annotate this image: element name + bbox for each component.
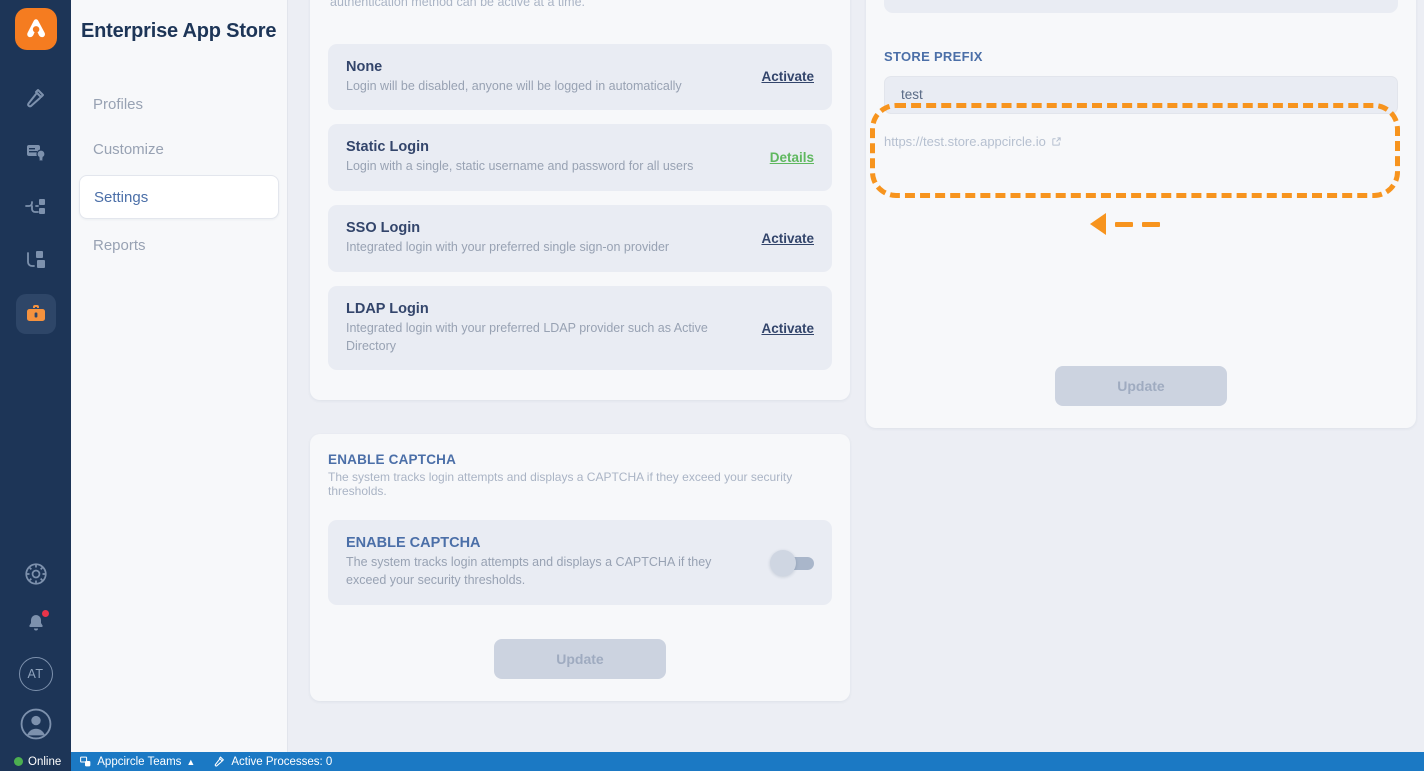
rail-item-testing-distribution[interactable]: [16, 240, 56, 280]
store-prefix-value: test: [901, 87, 923, 103]
store-url-link[interactable]: https://test.store.appcircle.io: [884, 134, 1398, 149]
section-sidebar: Enterprise App Store Profiles Customize …: [71, 0, 288, 752]
organization-avatar[interactable]: AT: [16, 654, 56, 694]
auth-option-title: SSO Login: [346, 220, 421, 236]
app-window: AT Enterprise App Store Profiles Customi…: [0, 0, 1424, 771]
auth-option-activate-link[interactable]: Activate: [761, 69, 814, 84]
store-prefix-field[interactable]: test: [884, 75, 1398, 114]
sidebar-item-reports[interactable]: Reports: [79, 226, 279, 264]
sidebar-nav: Profiles Customize Settings Reports: [71, 85, 287, 264]
auth-option-details-link[interactable]: Details: [770, 150, 814, 165]
annotation-arrow-head: [1090, 213, 1106, 235]
captcha-row-subtitle: The system tracks login attempts and dis…: [346, 555, 712, 587]
auth-option-subtitle: Login with a single, static username and…: [346, 159, 694, 174]
organization-avatar-initials: AT: [18, 657, 53, 691]
settings-gear-icon[interactable]: [16, 554, 56, 594]
custom-domains-toggle-row[interactable]: ENABLE CUSTOM DOMAINS Use your own domai…: [884, 0, 1398, 13]
auth-option-subtitle: Integrated login with your preferred sin…: [346, 240, 670, 254]
active-processes-label: Active Processes: 0: [231, 755, 333, 768]
auth-option-title: Static Login: [346, 139, 429, 156]
auth-option-activate-link[interactable]: Activate: [761, 231, 814, 246]
online-status-label: Online: [28, 755, 62, 768]
authentication-method-card: authentication service or define a stati…: [310, 0, 850, 401]
page-title: Enterprise App Store: [81, 20, 277, 42]
rail-bottom-actions: AT: [0, 554, 71, 744]
sidebar-item-profiles[interactable]: Profiles: [79, 85, 279, 123]
left-column: authentication service or define a stati…: [310, 0, 850, 702]
auth-option-none[interactable]: None Login will be disabled, anyone will…: [328, 43, 832, 111]
auth-option-ldap-login[interactable]: LDAP Login Integrated login with your pr…: [328, 285, 832, 371]
annotation-arrow-dash: [1142, 221, 1160, 227]
annotation-arrow: [1090, 213, 1160, 235]
store-url-text: https://test.store.appcircle.io: [884, 133, 1046, 149]
toggle-knob: [770, 549, 796, 576]
captcha-row-title: ENABLE CAPTCHA: [346, 535, 481, 552]
captcha-update-button[interactable]: Update: [494, 639, 666, 680]
notification-badge-dot: [40, 609, 50, 618]
user-profile-icon[interactable]: [16, 704, 56, 744]
auth-option-title: None: [346, 58, 383, 75]
auth-option-activate-link[interactable]: Activate: [761, 321, 814, 336]
rail-item-build[interactable]: [16, 78, 56, 118]
captcha-toggle-switch[interactable]: [770, 549, 814, 576]
rail-item-signing-identities[interactable]: [16, 132, 56, 172]
sidebar-item-customize[interactable]: Customize: [79, 130, 279, 168]
status-active-processes[interactable]: Active Processes: 0: [213, 755, 332, 768]
primary-icon-rail: AT: [0, 0, 71, 752]
status-online[interactable]: Online: [14, 756, 61, 768]
settings-content: authentication service or define a stati…: [288, 0, 1424, 752]
domain-update-button[interactable]: Update: [1055, 366, 1227, 406]
external-link-icon: [1052, 137, 1061, 146]
store-prefix-label: STORE PREFIX: [884, 48, 983, 64]
captcha-toggle-row[interactable]: ENABLE CAPTCHA The system tracks login a…: [328, 520, 832, 605]
notifications-bell-icon[interactable]: [16, 604, 56, 644]
online-status-dot: [14, 757, 23, 766]
sidebar-item-settings[interactable]: Settings: [79, 175, 279, 219]
annotation-arrow-dash: [1115, 221, 1133, 227]
auth-option-title: LDAP Login: [346, 300, 429, 317]
rail-item-distribution-flow[interactable]: [16, 186, 56, 226]
auth-option-subtitle: Login will be disabled, anyone will be l…: [346, 78, 682, 93]
status-organization[interactable]: Appcircle Teams ▲: [79, 755, 195, 768]
auth-option-subtitle: Integrated login with your preferred LDA…: [346, 320, 708, 353]
rail-item-enterprise-store[interactable]: [15, 294, 56, 334]
rail-nav-list: [15, 78, 56, 348]
auth-option-sso-login[interactable]: SSO Login Integrated login with your pre…: [328, 205, 832, 272]
captcha-card-subheading: The system tracks login attempts and dis…: [328, 470, 793, 499]
enable-captcha-card: ENABLE CAPTCHA The system tracks login a…: [310, 434, 850, 702]
auth-option-static-login[interactable]: Static Login Login with a single, static…: [328, 124, 832, 191]
status-bar: Online Appcircle Teams ▲ Active Processe…: [0, 752, 1424, 771]
organization-label: Appcircle Teams: [97, 755, 182, 768]
captcha-card-heading: ENABLE CAPTCHA: [328, 452, 457, 468]
chevron-up-icon[interactable]: ▲: [186, 757, 195, 767]
organization-icon: [80, 756, 91, 767]
authentication-card-description: authentication service or define a stati…: [330, 0, 586, 9]
appcircle-logo-icon[interactable]: [14, 8, 57, 50]
hammer-build-icon: [215, 756, 225, 767]
